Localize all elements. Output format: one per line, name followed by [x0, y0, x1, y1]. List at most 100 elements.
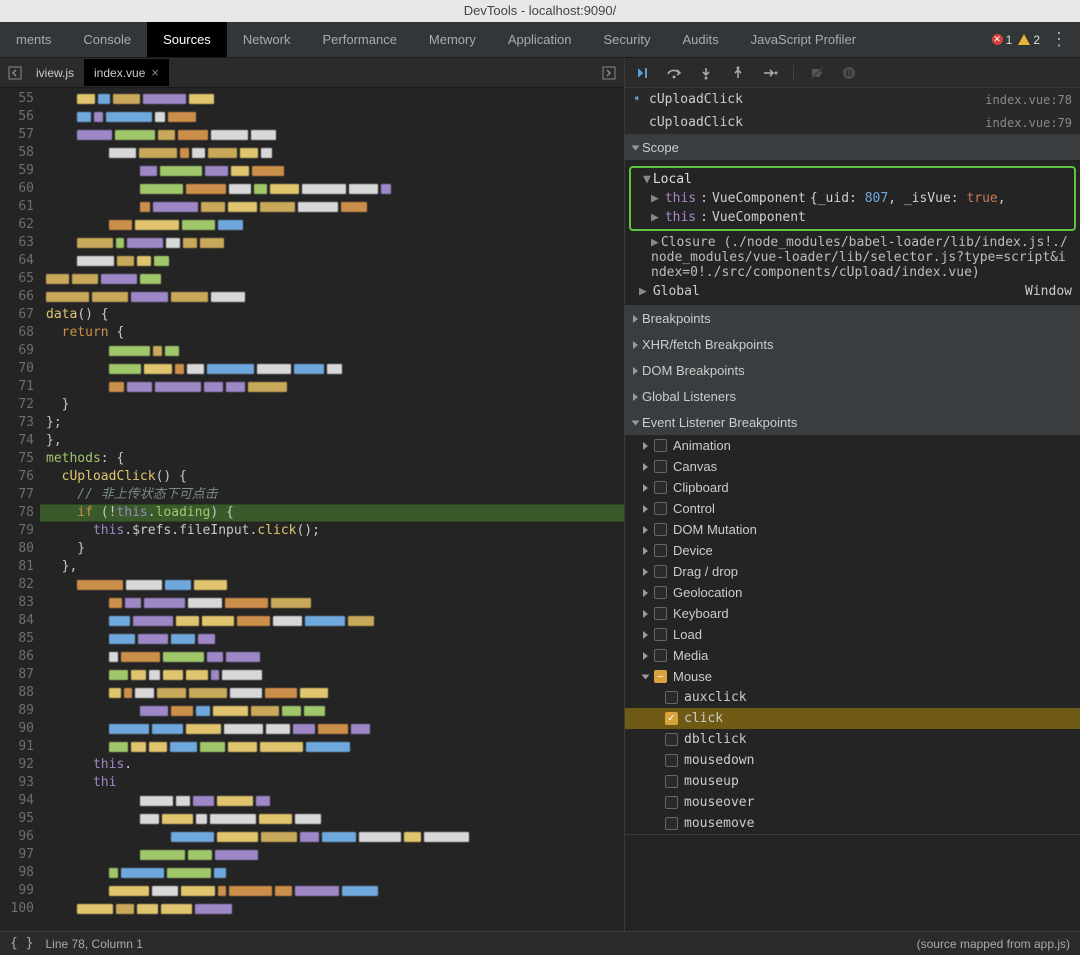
code-line[interactable]: cUploadClick() {	[40, 468, 624, 486]
step-over-button[interactable]	[665, 64, 683, 82]
line-number[interactable]: 90	[2, 720, 34, 738]
panel-header-breakpoints[interactable]: Breakpoints	[625, 306, 1080, 331]
scope-variable[interactable]: ▶this: VueComponent	[633, 208, 1072, 227]
code-line[interactable]	[40, 846, 624, 864]
el-category-dom-mutation[interactable]: DOM Mutation	[625, 519, 1080, 540]
code-line[interactable]	[40, 342, 624, 360]
el-category-animation[interactable]: Animation	[625, 435, 1080, 456]
scope-global[interactable]: ▶ Global Window	[625, 282, 1080, 301]
tab-security[interactable]: Security	[587, 22, 666, 57]
callstack-frame[interactable]: ➧cUploadClickindex.vue:78	[625, 88, 1080, 111]
step-button[interactable]	[761, 64, 779, 82]
tab-sources[interactable]: Sources	[147, 22, 227, 57]
checkbox[interactable]	[665, 691, 678, 704]
code-line[interactable]: thi	[40, 774, 624, 792]
line-number[interactable]: 93	[2, 774, 34, 792]
checkbox[interactable]	[654, 607, 667, 620]
line-number[interactable]: 98	[2, 864, 34, 882]
scope-header[interactable]: Scope	[625, 135, 1080, 160]
checkbox[interactable]	[654, 523, 667, 536]
code-line[interactable]	[40, 144, 624, 162]
checkbox[interactable]	[665, 775, 678, 788]
line-number[interactable]: 84	[2, 612, 34, 630]
error-indicator[interactable]: ✕ 1	[992, 33, 1013, 47]
el-category-load[interactable]: Load	[625, 624, 1080, 645]
checkbox[interactable]	[654, 502, 667, 515]
resume-button[interactable]	[633, 64, 651, 82]
code-line[interactable]	[40, 810, 624, 828]
code-line[interactable]: };	[40, 414, 624, 432]
panel-header-global-listeners[interactable]: Global Listeners	[625, 384, 1080, 409]
checkbox[interactable]	[654, 586, 667, 599]
code-line[interactable]	[40, 594, 624, 612]
el-category-clipboard[interactable]: Clipboard	[625, 477, 1080, 498]
tab-audits[interactable]: Audits	[666, 22, 734, 57]
code-line[interactable]	[40, 666, 624, 684]
scope-closure[interactable]: ▶Closure (./node_modules/babel-loader/li…	[625, 233, 1080, 282]
el-event-mouseup[interactable]: mouseup	[625, 771, 1080, 792]
code-line[interactable]	[40, 216, 624, 234]
line-number[interactable]: 85	[2, 630, 34, 648]
code-line[interactable]: this.	[40, 756, 624, 774]
el-category-drag-drop[interactable]: Drag / drop	[625, 561, 1080, 582]
code-line[interactable]	[40, 126, 624, 144]
line-number[interactable]: 73	[2, 414, 34, 432]
panel-header-dom-breakpoints[interactable]: DOM Breakpoints	[625, 358, 1080, 383]
code-line[interactable]	[40, 900, 624, 918]
tab-ments[interactable]: ments	[0, 22, 67, 57]
code-line[interactable]: }	[40, 396, 624, 414]
code-line[interactable]	[40, 252, 624, 270]
line-number[interactable]: 70	[2, 360, 34, 378]
line-number[interactable]: 96	[2, 828, 34, 846]
line-number[interactable]: 97	[2, 846, 34, 864]
line-number[interactable]: 62	[2, 216, 34, 234]
line-number[interactable]: 69	[2, 342, 34, 360]
code-line[interactable]	[40, 630, 624, 648]
code-line[interactable]	[40, 828, 624, 846]
file-tab-index-vue[interactable]: index.vue×	[84, 59, 169, 86]
checkbox[interactable]	[665, 754, 678, 767]
code-line[interactable]	[40, 882, 624, 900]
code-line[interactable]: },	[40, 558, 624, 576]
checkbox[interactable]	[654, 565, 667, 578]
scope-variable[interactable]: ▶this: VueComponent {_uid: 807, _isVue: …	[633, 189, 1072, 208]
line-number[interactable]: 88	[2, 684, 34, 702]
code-line[interactable]	[40, 108, 624, 126]
deactivate-breakpoints-button[interactable]	[808, 64, 826, 82]
el-category-canvas[interactable]: Canvas	[625, 456, 1080, 477]
code-line[interactable]: if (!this.loading) {	[40, 504, 624, 522]
code-line[interactable]: },	[40, 432, 624, 450]
tab-network[interactable]: Network	[227, 22, 307, 57]
line-number[interactable]: 66	[2, 288, 34, 306]
tab-javascript-profiler[interactable]: JavaScript Profiler	[735, 22, 872, 57]
line-number[interactable]: 75	[2, 450, 34, 468]
code-line[interactable]	[40, 234, 624, 252]
line-number[interactable]: 71	[2, 378, 34, 396]
el-event-dblclick[interactable]: dblclick	[625, 729, 1080, 750]
el-category-media[interactable]: Media	[625, 645, 1080, 666]
line-number[interactable]: 81	[2, 558, 34, 576]
line-number[interactable]: 76	[2, 468, 34, 486]
step-out-button[interactable]	[729, 64, 747, 82]
checkbox[interactable]	[665, 796, 678, 809]
el-category-mouse[interactable]: –Mouse	[625, 666, 1080, 687]
warning-indicator[interactable]: 2	[1018, 33, 1040, 47]
line-number[interactable]: 65	[2, 270, 34, 288]
checkbox[interactable]	[665, 817, 678, 830]
code-line[interactable]	[40, 162, 624, 180]
code-line[interactable]	[40, 612, 624, 630]
checkbox[interactable]	[665, 733, 678, 746]
source-editor[interactable]: 5556575859606162636465666768697071727374…	[0, 88, 624, 931]
line-number[interactable]: 99	[2, 882, 34, 900]
code-line[interactable]	[40, 198, 624, 216]
code-line[interactable]: methods: {	[40, 450, 624, 468]
line-number[interactable]: 89	[2, 702, 34, 720]
code-line[interactable]: return {	[40, 324, 624, 342]
checkbox[interactable]	[654, 460, 667, 473]
code-line[interactable]	[40, 684, 624, 702]
el-event-mouseover[interactable]: mouseover	[625, 792, 1080, 813]
pause-on-exceptions-button[interactable]	[840, 64, 858, 82]
line-number[interactable]: 64	[2, 252, 34, 270]
code-line[interactable]	[40, 702, 624, 720]
line-number[interactable]: 59	[2, 162, 34, 180]
